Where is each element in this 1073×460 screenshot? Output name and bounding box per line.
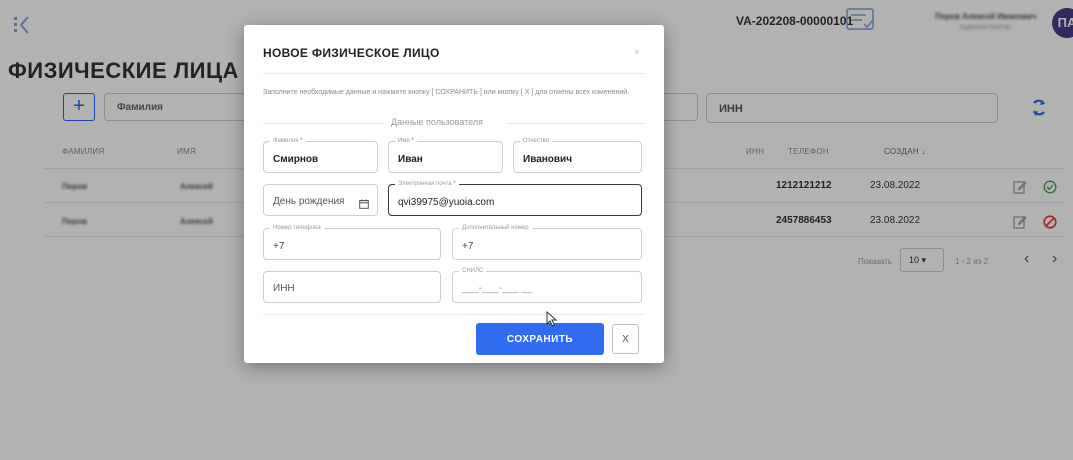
firstname-label: Имя <box>398 138 410 144</box>
firstname-value: Иван <box>398 154 423 165</box>
cancel-button[interactable]: X <box>612 324 639 354</box>
patronymic-value: Иванович <box>523 154 573 165</box>
snils-placeholder: ___-___-___ __ <box>462 283 533 294</box>
close-icon[interactable]: × <box>634 47 640 58</box>
required-mark: * <box>300 138 303 144</box>
snils-field[interactable]: СНИЛС ___-___-___ __ <box>452 267 642 303</box>
divider <box>263 314 645 315</box>
lastname-label: Фамилия <box>273 138 299 144</box>
lastname-field[interactable]: Фамилия * Смирнов <box>263 137 378 173</box>
phone-value: +7 <box>273 241 285 252</box>
dialog-title: НОВОЕ ФИЗИЧЕСКОЕ ЛИЦО <box>263 46 440 60</box>
divider <box>263 73 645 74</box>
required-mark: * <box>411 138 414 144</box>
birthday-field[interactable]: День рождения <box>263 184 378 216</box>
email-field[interactable]: Электронная почта * qvi39975@yuoia.com <box>388 180 642 216</box>
email-value: qvi39975@yuoia.com <box>398 197 495 208</box>
snils-label: СНИЛС <box>459 267 487 275</box>
dialog-instruction: Заполните необходимые данные и нажмите к… <box>263 89 630 96</box>
section-divider <box>507 123 645 124</box>
extra-phone-field[interactable]: Дополнительный номер +7 <box>452 224 642 260</box>
firstname-field[interactable]: Имя * Иван <box>388 137 503 173</box>
inn-placeholder: ИНН <box>273 283 295 294</box>
mouse-cursor-icon <box>546 310 558 327</box>
phone-label: Номер телефона <box>270 224 324 232</box>
phone-field[interactable]: Номер телефона +7 <box>263 224 441 260</box>
new-person-dialog: НОВОЕ ФИЗИЧЕСКОЕ ЛИЦО × Заполните необхо… <box>244 25 664 363</box>
birthday-placeholder: День рождения <box>273 196 345 207</box>
patronymic-label: Отчество <box>520 137 553 145</box>
section-title: Данные пользователя <box>391 117 484 127</box>
extra-phone-value: +7 <box>462 241 474 252</box>
required-mark: * <box>453 181 456 187</box>
section-divider <box>263 123 383 124</box>
lastname-value: Смирнов <box>273 154 319 165</box>
email-label: Электронная почта <box>398 181 452 187</box>
calendar-icon[interactable] <box>359 196 369 209</box>
extra-phone-label: Дополнительный номер <box>459 224 532 232</box>
patronymic-field[interactable]: Отчество Иванович <box>513 137 642 173</box>
inn-field[interactable]: ИНН <box>263 271 441 303</box>
save-button[interactable]: СОХРАНИТЬ <box>476 323 604 355</box>
